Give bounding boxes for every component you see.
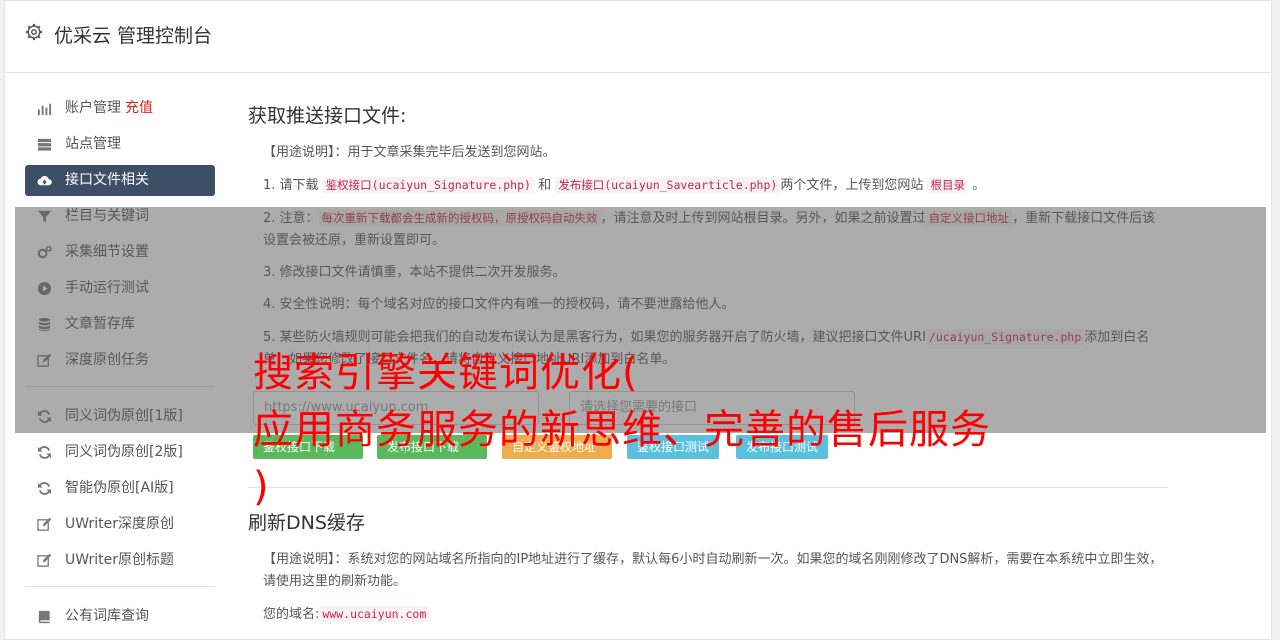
sidebar-item-label: 账户管理	[65, 100, 121, 116]
promo-line: )	[253, 464, 270, 510]
auth-interface-code: 鉴权接口(ucaiyun_Signature.php)	[322, 177, 534, 193]
sidebar-divider	[25, 586, 215, 587]
sidebar-item-synonym-v2[interactable]: 同义词伪原创[2版]	[25, 437, 215, 468]
refresh-icon	[37, 482, 52, 495]
sidebar-item-label: 接口文件相关	[65, 172, 149, 188]
header: 优采云 管理控制台	[5, 1, 1271, 73]
promo-line: 搜索引擎关键词优化(	[253, 350, 639, 396]
cloud-upload-icon	[37, 176, 52, 186]
edit-icon	[37, 553, 52, 567]
sidebar-item-label: UWriter深度原创	[65, 516, 174, 532]
root-dir-code: 根目录	[927, 177, 968, 193]
server-icon	[37, 138, 52, 151]
bar-chart-icon	[37, 103, 52, 116]
sidebar-item-label: 公有词库查询	[65, 608, 149, 624]
sidebar-item-uwriter-deep[interactable]: UWriter深度原创	[25, 509, 215, 540]
domain-row: 您的域名: www.ucaiyun.com	[248, 603, 1168, 626]
sidebar-item-label: 站点管理	[65, 136, 121, 152]
recharge-link[interactable]: 充值	[125, 100, 153, 116]
instruction-text: 两个文件，上传到您网站	[780, 178, 924, 193]
publish-interface-code: 发布接口(ucaiyun_Savearticle.php)	[555, 177, 781, 193]
sidebar-item-account[interactable]: 账户管理 充值	[25, 93, 215, 124]
sidebar-item-sites[interactable]: 站点管理	[25, 129, 215, 160]
promo-line: 应用商务服务的新思维、完善的售后服务	[253, 407, 991, 453]
promo-overlay-text: 搜索引擎关键词优化( 应用商务服务的新思维、完善的售后服务 )	[253, 345, 1053, 516]
page-title: 优采云 管理控制台	[54, 25, 213, 47]
dns-usage-note: 【用途说明】：系统对您的网站域名所指向的IP地址进行了缓存，默认每6小时自动刷新…	[263, 552, 1163, 589]
usage-note: 【用途说明】：用于文章采集完毕后发送到您网站。	[248, 142, 1168, 164]
sidebar-item-label: UWriter原创标题	[65, 552, 174, 568]
edit-icon	[37, 517, 52, 531]
instruction-text: 1. 请下载	[263, 178, 319, 193]
refresh-icon	[37, 446, 52, 459]
domain-value: www.ucaiyun.com	[319, 606, 430, 622]
sidebar-item-uwriter-title[interactable]: UWriter原创标题	[25, 545, 215, 576]
sidebar-item-label: 智能伪原创[AI版]	[65, 480, 174, 496]
sidebar-item-public-thesaurus[interactable]: 公有词库查询	[25, 601, 215, 632]
sidebar-item-ai-rewrite[interactable]: 智能伪原创[AI版]	[25, 473, 215, 504]
sidebar-item-interface-files[interactable]: 接口文件相关	[25, 165, 215, 196]
book-icon	[38, 610, 50, 624]
instruction-text: 。	[972, 178, 986, 193]
usage-text: 【用途说明】：用于文章采集完毕后发送到您网站。	[263, 145, 556, 160]
instruction-1: 1. 请下载 鉴权接口(ucaiyun_Signature.php) 和 发布接…	[248, 174, 1168, 197]
section-title-interface-files: 获取推送接口文件:	[248, 105, 407, 127]
sidebar-item-label: 同义词伪原创[2版]	[65, 444, 183, 460]
gear-icon	[25, 23, 43, 41]
instruction-text: 和	[538, 178, 552, 193]
domain-label: 您的域名:	[263, 607, 320, 622]
